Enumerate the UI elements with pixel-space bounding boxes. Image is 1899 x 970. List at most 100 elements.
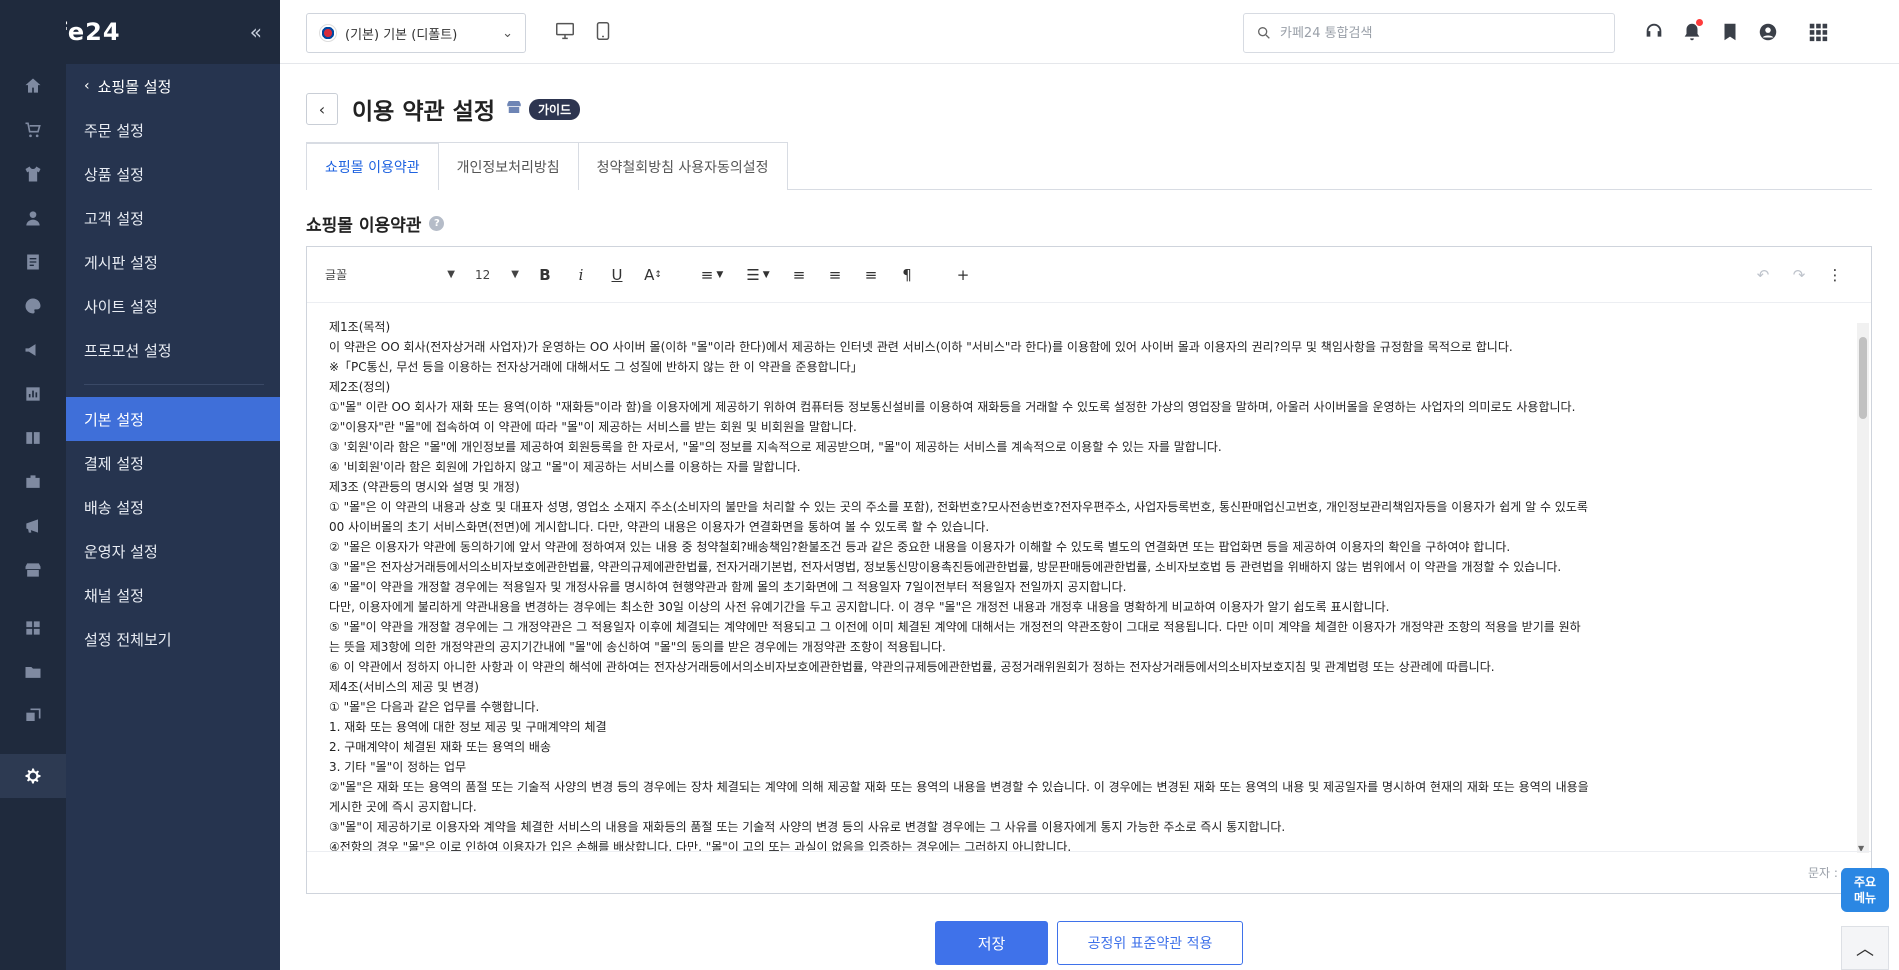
bold-icon[interactable]: B bbox=[527, 260, 563, 290]
caret-down-icon: ▼ bbox=[511, 269, 519, 280]
underline-icon[interactable]: U bbox=[599, 260, 635, 290]
submenu-item-promotion[interactable]: 프로모션 설정 bbox=[66, 328, 280, 372]
shop-select-value: (기본) 기본 (디폴트) bbox=[345, 27, 458, 43]
main-content: ‹ 이용 약관 설정 가이드 쇼핑몰 이용약관 개인정보처리방침 청약철회방침 … bbox=[280, 64, 1899, 970]
gear-icon[interactable] bbox=[0, 754, 66, 798]
folder-icon[interactable] bbox=[0, 650, 66, 694]
terms-tabs: 쇼핑몰 이용약관 개인정보처리방침 청약철회방침 사용자동의설정 bbox=[306, 142, 1872, 191]
more-vertical-icon[interactable]: ⋮ bbox=[1817, 260, 1853, 290]
collapse-sidebar-icon[interactable]: « bbox=[250, 20, 262, 44]
apps-grid-icon[interactable] bbox=[1806, 20, 1830, 44]
terms-line: 1. 재화 또는 용역에 대한 정보 제공 및 구매계약의 체결 bbox=[329, 720, 607, 734]
italic-icon[interactable]: i bbox=[563, 260, 599, 290]
back-button[interactable]: ‹ bbox=[306, 93, 338, 125]
terms-line: 제1조(목적) bbox=[329, 320, 391, 334]
apply-standard-terms-button[interactable]: 공정위 표준약관 적용 bbox=[1057, 921, 1243, 965]
terms-line: ③ '회원'이라 함은 "몰"에 개인정보를 제공하여 회원등록을 한 자로서,… bbox=[329, 440, 1222, 454]
briefcase-icon[interactable] bbox=[0, 460, 66, 504]
mobile-icon[interactable] bbox=[592, 20, 614, 42]
help-icon[interactable]: ? bbox=[429, 216, 445, 231]
title-row: ‹ 이용 약관 설정 가이드 bbox=[306, 92, 581, 126]
submenu-item-all-settings[interactable]: 설정 전체보기 bbox=[66, 617, 280, 661]
tab-withdrawal-consent[interactable]: 청약철회방침 사용자동의설정 bbox=[577, 142, 788, 190]
align-right-icon[interactable]: ≡ bbox=[853, 260, 889, 290]
shop-select[interactable]: (기본) 기본 (디폴트) ⌄ bbox=[306, 13, 526, 53]
insert-plus-icon[interactable]: + bbox=[945, 260, 981, 290]
section-title-text: 쇼핑몰 이용약관 bbox=[306, 216, 422, 236]
submenu-item-board[interactable]: 게시판 설정 bbox=[66, 240, 280, 284]
apps-icon[interactable] bbox=[0, 606, 66, 650]
terms-line: ※「PC통신, 무선 등을 이용하는 전자상거래에 대해서도 그 성질에 반하지… bbox=[329, 360, 863, 374]
desktop-icon[interactable] bbox=[554, 20, 576, 42]
search-input[interactable] bbox=[1280, 25, 1590, 41]
undo-icon[interactable]: ↶ bbox=[1745, 260, 1781, 290]
terms-line: ⑤ "몰"이 약관을 개정할 경우에는 그 개정약관은 그 적용일자 이후에 체… bbox=[329, 620, 1581, 634]
bell-icon[interactable] bbox=[1680, 19, 1704, 44]
submenu-item-basic[interactable]: 기본 설정 bbox=[66, 397, 280, 441]
chevron-left-icon: ‹ bbox=[318, 99, 326, 119]
terms-line: 제3조 (약관등의 명시와 설명 및 개정) bbox=[329, 480, 520, 494]
float-menu-line2: 메뉴 bbox=[1853, 891, 1877, 905]
submenu-item-order[interactable]: 주문 설정 bbox=[66, 108, 280, 152]
submenu-item-operator[interactable]: 운영자 설정 bbox=[66, 529, 280, 573]
submenu-item-payment[interactable]: 결제 설정 bbox=[66, 441, 280, 485]
guide-badge[interactable]: 가이드 bbox=[528, 98, 581, 120]
scrollbar-thumb[interactable] bbox=[1859, 337, 1867, 419]
ordered-list-icon[interactable]: ≡ ▼ bbox=[689, 260, 735, 290]
global-search[interactable] bbox=[1243, 13, 1615, 53]
headset-icon[interactable] bbox=[1642, 20, 1666, 44]
save-button[interactable]: 저장 bbox=[935, 921, 1048, 965]
font-family-select[interactable]: 글꼴 ▼ bbox=[325, 266, 455, 283]
redo-icon[interactable]: ↷ bbox=[1781, 260, 1817, 290]
chart-icon[interactable] bbox=[0, 372, 66, 416]
top-header: (기본) 기본 (디폴트) ⌄ bbox=[280, 0, 1899, 64]
bookmark-icon[interactable] bbox=[1718, 20, 1742, 44]
shirt-icon[interactable] bbox=[0, 152, 66, 196]
megaphone-icon[interactable] bbox=[0, 328, 66, 372]
submenu-item-channel[interactable]: 채널 설정 bbox=[66, 573, 280, 617]
tab-privacy-policy[interactable]: 개인정보처리방침 bbox=[437, 142, 579, 190]
terms-line: 00 사이버몰의 초기 서비스화면(전면)에 게시합니다. 다만, 약관의 내용… bbox=[329, 520, 990, 534]
chevron-up-icon: ︿ bbox=[1856, 939, 1874, 960]
terms-line: 2. 구매계약이 체결된 재화 또는 용역의 배송 bbox=[329, 740, 552, 754]
submenu-item-product[interactable]: 상품 설정 bbox=[66, 152, 280, 196]
align-center-icon[interactable]: ≡ bbox=[817, 260, 853, 290]
palette-icon[interactable] bbox=[0, 284, 66, 328]
layers-icon[interactable] bbox=[0, 694, 66, 738]
editor-body[interactable]: 제1조(목적) 이 약관은 OO 회사(전자상거래 사업자)가 운영하는 OO 사… bbox=[307, 303, 1871, 851]
user-icon[interactable] bbox=[0, 196, 66, 240]
terms-text[interactable]: 제1조(목적) 이 약관은 OO 회사(전자상거래 사업자)가 운영하는 OO 사… bbox=[329, 317, 1839, 851]
text-style-icon[interactable]: A ↕ bbox=[635, 260, 671, 290]
submenu-back[interactable]: ‹ 쇼핑몰 설정 bbox=[66, 64, 280, 108]
board-icon[interactable] bbox=[0, 240, 66, 284]
cart-icon[interactable] bbox=[0, 108, 66, 152]
terms-line: ②"몰"은 재화 또는 용역의 품절 또는 기술적 사양의 변경 등의 경우에는… bbox=[329, 780, 1589, 794]
toolbar-right: ↶ ↷ ⋮ bbox=[1745, 260, 1853, 290]
font-size-select[interactable]: 12 ▼ bbox=[475, 268, 519, 282]
tab-shop-terms[interactable]: 쇼핑몰 이용약관 bbox=[306, 142, 439, 191]
terms-line: ③"몰"이 제공하기로 이용자와 계약을 체결한 서비스의 내용을 재화등의 품… bbox=[329, 820, 1286, 834]
terms-line: 이 약관은 OO 회사(전자상거래 사업자)가 운영하는 OO 사이버 몰(이하… bbox=[329, 340, 1513, 354]
store-add-icon[interactable] bbox=[0, 548, 66, 592]
font-family-value: 글꼴 bbox=[325, 268, 348, 282]
main-menu-floating-button[interactable]: 주요 메뉴 bbox=[1841, 868, 1889, 912]
terms-line: 는 뜻을 제3항에 의한 개정약관의 공지기간내에 "몰"에 송신하여 "몰"의… bbox=[329, 640, 946, 654]
broadcast-icon[interactable] bbox=[0, 504, 66, 548]
paragraph-icon[interactable]: ¶ bbox=[889, 260, 925, 290]
submenu-item-customer[interactable]: 고객 설정 bbox=[66, 196, 280, 240]
profile-icon[interactable] bbox=[1756, 20, 1780, 44]
bullet-list-icon[interactable]: ☰ ▼ bbox=[735, 260, 781, 290]
chevron-down-icon: ⌄ bbox=[502, 25, 513, 41]
terms-line: 게시한 곳에 즉시 공지합니다. bbox=[329, 800, 477, 814]
submenu-item-shipping[interactable]: 배송 설정 bbox=[66, 485, 280, 529]
scroll-top-button[interactable]: ︿ bbox=[1841, 926, 1889, 970]
terms-line: ③ "몰"은 전자상거래등에서의소비자보호에관한법률, 약관의규제에관한법률, … bbox=[329, 560, 1562, 574]
terms-line: ①"몰" 이란 OO 회사가 재화 또는 용역(이하 "재화등"이라 함)을 이… bbox=[329, 400, 1576, 414]
book-icon[interactable] bbox=[0, 416, 66, 460]
editor-scrollbar[interactable]: ▼ bbox=[1857, 323, 1869, 853]
terms-line: 제4조(서비스의 제공 및 변경) bbox=[329, 680, 479, 694]
align-left-icon[interactable]: ≡ bbox=[781, 260, 817, 290]
notification-dot bbox=[1696, 19, 1703, 26]
submenu-item-site[interactable]: 사이트 설정 bbox=[66, 284, 280, 328]
home-icon[interactable] bbox=[0, 64, 66, 108]
